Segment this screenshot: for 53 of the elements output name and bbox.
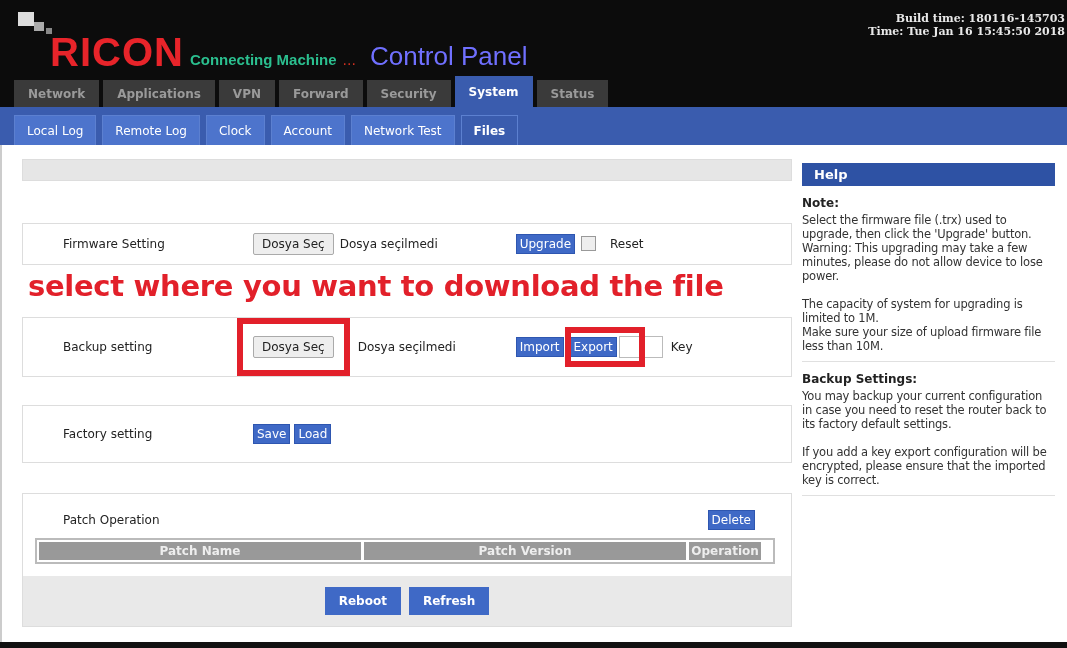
help-text: If you add a key export configuration will be encrypted, please ensure that the imported key is correct. xyxy=(802,445,1047,487)
column-header: Patch Version xyxy=(364,542,686,560)
nav-tab[interactable]: Applications xyxy=(103,80,215,107)
footer-button[interactable]: Reboot xyxy=(324,587,401,615)
delete-button[interactable]: Delete xyxy=(707,510,755,530)
sub-tab[interactable]: Account xyxy=(270,115,345,145)
file-status: Dosya seçilmedi xyxy=(339,237,439,251)
nav-tab[interactable]: Security xyxy=(366,80,451,107)
row-label: Patch Operation xyxy=(63,513,160,527)
nav-tab[interactable]: System xyxy=(454,76,533,107)
nav-tab[interactable]: VPN xyxy=(218,80,275,107)
sub-tab[interactable]: Local Log xyxy=(14,115,97,145)
help-heading: Backup Settings: xyxy=(802,372,919,386)
upgrade-button[interactable]: Upgrade xyxy=(515,234,575,254)
help-heading: Note: xyxy=(802,196,840,210)
help-text: The capacity of system for upgrading is limited to 1M. xyxy=(802,297,1024,325)
sub-tab[interactable]: Remote Log xyxy=(102,115,200,145)
sub-tab[interactable]: Clock xyxy=(205,115,265,145)
ellipsis: ... xyxy=(342,52,356,68)
factory-button[interactable]: Load xyxy=(294,424,332,444)
field-label: Key xyxy=(670,340,693,354)
choose-file-button[interactable]: Dosya Seç xyxy=(253,233,334,255)
export-button[interactable]: Export xyxy=(569,337,617,357)
help-text: You may backup your current configuration in case you need to reset the router back to its factory default settings. xyxy=(802,389,1047,431)
choose-file-button[interactable]: Dosya Seç xyxy=(253,336,334,358)
build-time: Build time: 180116-145703 xyxy=(895,12,1065,25)
current-time: Time: Tue Jan 16 15:45:50 2018 xyxy=(868,25,1065,38)
nav-tab[interactable]: Status xyxy=(536,80,609,107)
row-label: Backup setting xyxy=(63,340,154,354)
column-header: Patch Name xyxy=(39,542,361,560)
nav-tab[interactable]: Network xyxy=(14,80,100,107)
help-text: Select the firmware file (.trx) used to upgrade, then click the 'Upgrade' button. xyxy=(802,213,1033,241)
import-button[interactable]: Import xyxy=(515,337,564,357)
checkbox-label: Reset xyxy=(610,237,644,251)
nav-tab[interactable]: Forward xyxy=(278,80,363,107)
footer-button[interactable]: Refresh xyxy=(408,587,490,615)
sub-tab[interactable]: Network Test xyxy=(351,115,455,145)
row-label: Firmware Setting xyxy=(63,237,166,251)
factory-button[interactable]: Save xyxy=(253,424,291,444)
sub-tab[interactable]: Files xyxy=(460,115,519,145)
page-title: Control Panel xyxy=(369,41,528,72)
row-label: Factory setting xyxy=(63,427,154,441)
key-field[interactable] xyxy=(618,336,663,358)
column-header: Operation xyxy=(689,542,761,560)
help-text: Make sure your size of upload firmware file less than 10M. xyxy=(802,325,1042,353)
help-title: Help xyxy=(802,163,1055,186)
brand-logo: RICON xyxy=(50,32,184,72)
annotation-text: select where you want to download the file xyxy=(27,268,725,305)
tagline: Connecting Machine xyxy=(189,51,337,68)
logo-icon xyxy=(18,12,52,34)
file-status: Dosya seçilmedi xyxy=(357,340,457,354)
reset-checkbox[interactable] xyxy=(581,236,596,251)
help-text: Warning: This upgrading may take a few minutes, please do not allow device to lose power. xyxy=(802,241,1044,283)
